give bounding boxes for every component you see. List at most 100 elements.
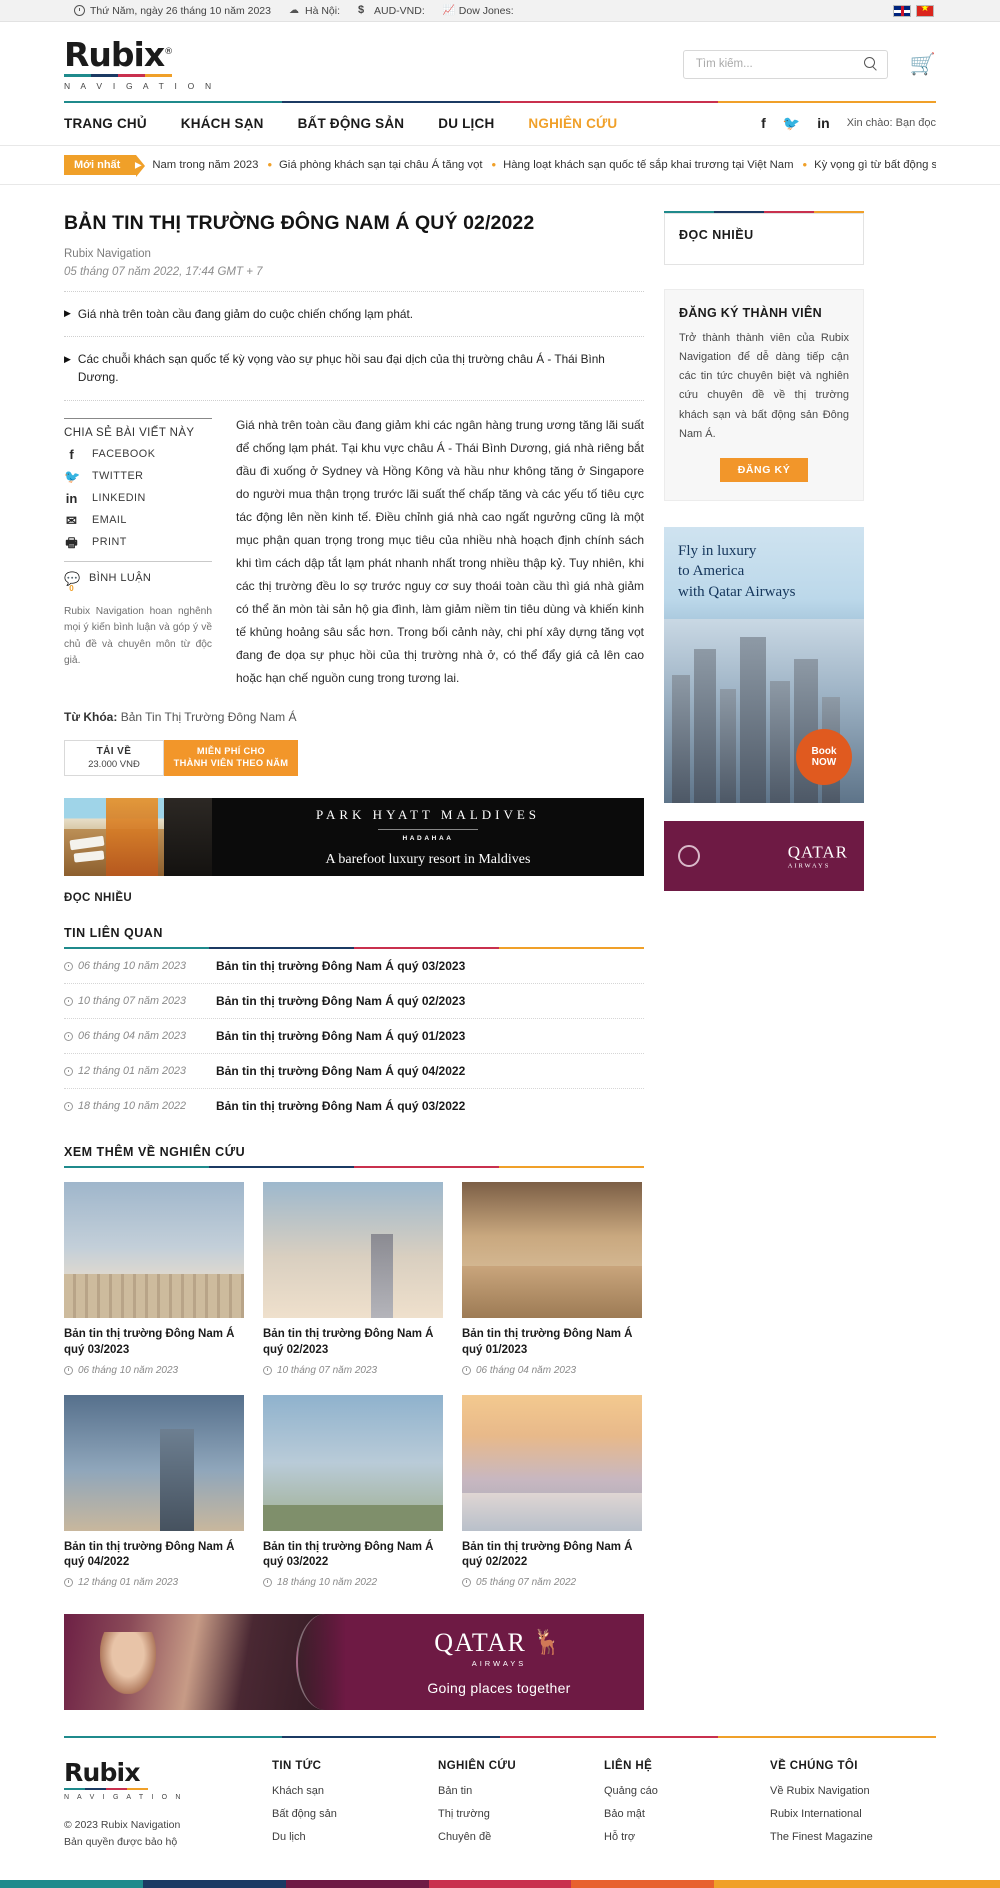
search-input[interactable] (695, 58, 864, 71)
article-card[interactable]: Bản tin thị trường Đông Nam Á quý 03/202… (263, 1394, 443, 1588)
register-button[interactable]: ĐĂNG KÝ (719, 458, 809, 482)
topbar: Thứ Năm, ngày 26 tháng 10 năm 2023 ☁ Hà … (0, 0, 1000, 22)
footer-link[interactable]: Về Rubix Navigation (770, 1785, 918, 1797)
divider (64, 290, 644, 292)
clock-icon (64, 1066, 73, 1076)
tags-value[interactable]: Bản Tin Thị Trường Đông Nam Á (121, 710, 297, 724)
search-box[interactable] (682, 49, 888, 79)
footer-column-ve-chung-toi: VỀ CHÚNG TÔI Về Rubix Navigation Rubix I… (770, 1760, 918, 1854)
comment-header[interactable]: 💬0 BÌNH LUẬN (64, 572, 212, 598)
list-item[interactable]: 06 tháng 04 năm 2023 Bản tin thị trường … (64, 1019, 644, 1055)
ad-qatar-band[interactable]: QATAR AIRWAYS (664, 821, 864, 891)
oryx-icon (678, 845, 700, 867)
footer-link[interactable]: Du lịch (272, 1831, 420, 1843)
article-card[interactable]: Bản tin thị trường Đông Nam Á quý 02/202… (462, 1394, 642, 1588)
free-member-button[interactable]: MIỄN PHÍ CHO THÀNH VIÊN THEO NĂM (164, 740, 298, 777)
page-title: BẢN TIN THỊ TRƯỜNG ĐÔNG NAM Á QUÝ 02/202… (64, 211, 535, 234)
related-title[interactable]: Bản tin thị trường Đông Nam Á quý 03/202… (216, 959, 465, 973)
ad-qatar-wide[interactable]: QATAR 🦌 AIRWAYS Going places together (64, 1613, 644, 1710)
nav-item-bat-dong-san[interactable]: BẤT ĐỘNG SẢN (298, 116, 405, 131)
article-bullet: ▶ Các chuỗi khách sạn quốc tế kỳ vọng và… (64, 350, 644, 387)
ad-park-hyatt[interactable]: PARK HYATT MALDIVES HADAHAA A barefoot l… (64, 798, 644, 877)
sidebar-popular-wrap: ĐỌC NHIỀU (664, 210, 864, 265)
list-item[interactable]: 18 tháng 10 năm 2022 Bản tin thị trường … (64, 1089, 644, 1123)
twitter-icon: 🐦 (64, 468, 81, 484)
footer-link[interactable]: Thị trường (438, 1808, 586, 1820)
related-title[interactable]: Bản tin thị trường Đông Nam Á quý 02/202… (216, 994, 465, 1008)
ticker-item[interactable]: Hàng loạt khách sạn quốc tế sắp khai trư… (483, 157, 793, 172)
related-title[interactable]: Bản tin thị trường Đông Nam Á quý 04/202… (216, 1064, 465, 1078)
site-logo[interactable]: Rubix® N A V I G A T I O N (64, 38, 215, 91)
download-button[interactable]: TẢI VỀ 23.000 VNĐ (64, 740, 164, 777)
flag-uk-icon[interactable] (893, 4, 911, 17)
nav-item-du-lich[interactable]: DU LỊCH (438, 116, 494, 131)
ad-qatar-tall[interactable]: Fly in luxury to America with Qatar Airw… (664, 527, 864, 803)
ticker-item[interactable]: Giá phòng khách sạn tại châu Á tăng vọt (258, 157, 482, 172)
clock-icon (263, 1577, 272, 1587)
facebook-icon[interactable]: f (761, 115, 766, 131)
article-card[interactable]: Bản tin thị trường Đông Nam Á quý 02/202… (263, 1182, 443, 1376)
footer-link[interactable]: The Finest Magazine (770, 1831, 918, 1843)
topbar-weather: ☁ Hà Nội: (289, 5, 340, 17)
clock-icon (64, 996, 73, 1006)
list-item[interactable]: 12 tháng 01 năm 2023 Bản tin thị trường … (64, 1054, 644, 1090)
language-switcher (893, 4, 934, 17)
list-item[interactable]: 06 tháng 10 năm 2023 Bản tin thị trường … (64, 949, 644, 985)
footer-link[interactable]: Bản tin (438, 1785, 586, 1797)
qatar-band-sub-text: AIRWAYS (787, 862, 831, 870)
share-facebook[interactable]: f FACEBOOK (64, 448, 212, 461)
bottom-color-strip (0, 1879, 1000, 1888)
related-title[interactable]: Bản tin thị trường Đông Nam Á quý 01/202… (216, 1029, 465, 1043)
article-card[interactable]: Bản tin thị trường Đông Nam Á quý 03/202… (64, 1182, 244, 1376)
nav-top-rule (64, 100, 936, 103)
ad-qatar-band-brand: QATAR AIRWAYS (788, 843, 848, 870)
share-twitter[interactable]: 🐦 TWITTER (64, 470, 212, 483)
topbar-currency: $ AUD-VND: (358, 5, 425, 17)
footer-link[interactable]: Bảo mật (604, 1808, 752, 1820)
clock-icon (64, 1031, 73, 1041)
share-email[interactable]: ✉ EMAIL (64, 514, 212, 527)
article-card[interactable]: Bản tin thị trường Đông Nam Á quý 01/202… (462, 1182, 642, 1376)
triangle-icon: ▶ (64, 308, 71, 319)
footer-link[interactable]: Quảng cáo (604, 1785, 752, 1797)
share-print[interactable]: 🖶 PRINT (64, 536, 212, 549)
footer-logo[interactable]: Rubix (64, 1760, 254, 1785)
comment-count: 0 (69, 583, 74, 593)
trend-icon: 📈 (442, 5, 456, 16)
related-title[interactable]: Bản tin thị trường Đông Nam Á quý 03/202… (216, 1099, 465, 1113)
flag-vn-icon[interactable] (916, 4, 934, 17)
footer-link[interactable]: Khách sạn (272, 1785, 420, 1797)
comment-note: Rubix Navigation hoan nghênh mọi ý kiến … (64, 606, 212, 666)
related-date: 18 tháng 10 năm 2022 (64, 1100, 216, 1112)
logo-trademark: ® (164, 47, 173, 57)
nav-item-nghien-cuu[interactable]: NGHIÊN CỨU (528, 116, 617, 131)
share-column: CHIA SẺ BÀI VIẾT NÀY f FACEBOOK 🐦 TWITTE… (64, 414, 212, 690)
share-label: LINKEDIN (92, 492, 146, 505)
clock-icon (74, 5, 85, 16)
search-icon[interactable] (863, 56, 879, 72)
footer-link[interactable]: Chuyên đề (438, 1831, 586, 1843)
nav-item-trang-chu[interactable]: TRANG CHỦ (64, 116, 147, 131)
footer-link[interactable]: Bất động sản (272, 1808, 420, 1820)
card-title: Bản tin thị trường Đông Nam Á quý 03/202… (263, 1540, 434, 1569)
ad-hyatt-text: PARK HYATT MALDIVES HADAHAA A barefoot l… (212, 798, 644, 876)
card-date: 06 tháng 04 năm 2023 (462, 1365, 642, 1376)
logo-rule (64, 74, 172, 77)
popular-box-title: ĐỌC NHIỀU (679, 227, 754, 242)
ad-book-now-button[interactable]: Book NOW (796, 729, 852, 785)
cart-icon[interactable]: 🛒 (910, 54, 936, 75)
nav-item-khach-san[interactable]: KHÁCH SẠN (181, 116, 264, 131)
ticker-item[interactable]: Nam trong năm 2023 (152, 159, 258, 171)
twitter-icon[interactable]: 🐦 (783, 115, 800, 132)
footer-link[interactable]: Rubix International (770, 1808, 918, 1820)
article-tags: Từ Khóa: Bản Tin Thị Trường Đông Nam Á (64, 710, 644, 724)
list-item[interactable]: 10 tháng 07 năm 2023 Bản tin thị trường … (64, 984, 644, 1020)
share-linkedin[interactable]: in LINKEDIN (64, 492, 212, 505)
ticker-item[interactable]: Kỳ vọng gì từ bất động sản (794, 157, 936, 172)
card-title: Bản tin thị trường Đông Nam Á quý 02/202… (462, 1540, 633, 1569)
linkedin-icon[interactable]: in (817, 115, 829, 131)
article-author: Rubix Navigation (64, 247, 151, 260)
article-card[interactable]: Bản tin thị trường Đông Nam Á quý 04/202… (64, 1394, 244, 1588)
membership-body: Trở thành thành viên của Rubix Navigatio… (679, 331, 849, 440)
footer-link[interactable]: Hỗ trợ (604, 1831, 752, 1843)
